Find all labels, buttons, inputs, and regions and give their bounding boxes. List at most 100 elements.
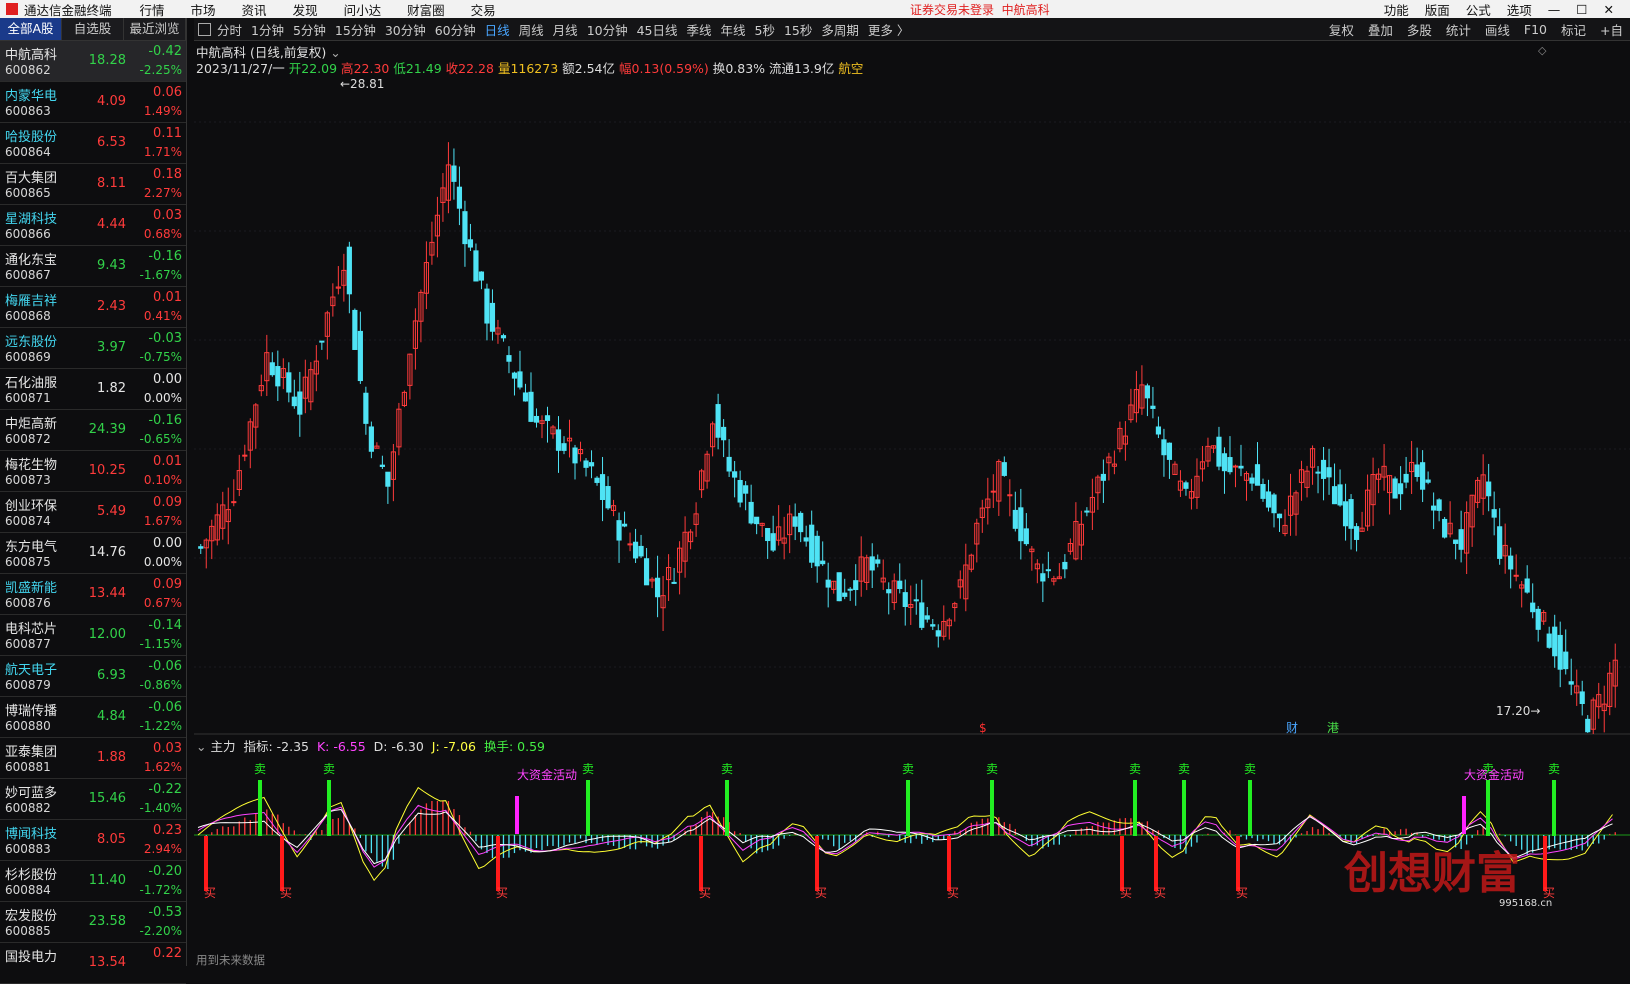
- period-tab[interactable]: 月线: [553, 23, 578, 38]
- period-tab[interactable]: 多周期: [821, 23, 859, 38]
- candle-body: [886, 589, 892, 594]
- candle-body: [357, 330, 363, 382]
- chart-tool-button[interactable]: 统计: [1446, 20, 1471, 39]
- menu-item-discover[interactable]: 发现: [293, 0, 318, 19]
- stock-change-pct: -1.72%: [139, 883, 182, 897]
- stock-row[interactable]: 妙可蓝多 600882 15.46 -0.22 -1.40%: [0, 779, 186, 820]
- period-tab[interactable]: 1分钟: [251, 23, 284, 38]
- stock-price: 9.43: [97, 258, 126, 273]
- sell-signal-bar: [586, 780, 590, 836]
- stock-row[interactable]: 中炬高新 600872 24.39 -0.16 -0.65%: [0, 410, 186, 451]
- stock-row[interactable]: 哈投股份 600864 6.53 0.11 1.71%: [0, 123, 186, 164]
- period-tab[interactable]: 周线: [519, 23, 544, 38]
- stock-name: 东方电气: [5, 540, 58, 555]
- menu-item-ask[interactable]: 问小达: [344, 0, 382, 19]
- candle-body: [297, 391, 303, 415]
- chart-tool-button[interactable]: F10: [1524, 22, 1547, 37]
- candlestick-chart[interactable]: ←28.8117.20→$ 财港◇卖卖卖卖卖卖卖卖卖卖卖买买买买买买买买买买大资金…: [194, 40, 1630, 966]
- stock-row[interactable]: 中航高科 600862 18.28 -0.42 -2.25%: [0, 41, 186, 82]
- candle-body: [533, 415, 540, 423]
- stock-row[interactable]: 星湖科技 600866 4.44 0.03 0.68%: [0, 205, 186, 246]
- period-tab[interactable]: 季线: [687, 23, 712, 38]
- tab-all-a-shares[interactable]: 全部A股: [0, 18, 62, 40]
- candle-body: [1238, 465, 1244, 469]
- candle-body: [1254, 464, 1261, 486]
- stock-row[interactable]: 内蒙华电 600863 4.09 0.06 1.49%: [0, 82, 186, 123]
- menu-item-trade[interactable]: 交易: [471, 0, 496, 19]
- stock-change: 0.00: [153, 372, 182, 387]
- stock-row[interactable]: 宏发股份 600885 23.58 -0.53 -2.20%: [0, 902, 186, 943]
- period-tab[interactable]: 15秒: [784, 23, 812, 38]
- period-tab[interactable]: 5秒: [755, 23, 775, 38]
- menu-options[interactable]: 选项: [1507, 0, 1532, 19]
- period-tab[interactable]: 15分钟: [335, 23, 376, 38]
- panel-toggle-icon[interactable]: [198, 22, 211, 36]
- period-tab[interactable]: 年线: [721, 23, 746, 38]
- stock-row[interactable]: 博闻科技 600883 8.05 0.23 2.94%: [0, 820, 186, 861]
- sell-label: 卖: [1244, 762, 1256, 776]
- stock-row[interactable]: 杉杉股份 600884 11.40 -0.20 -1.72%: [0, 861, 186, 902]
- candle-body: [1568, 681, 1574, 685]
- period-tab[interactable]: 30分钟: [385, 23, 426, 38]
- menu-item-hq[interactable]: 行情: [140, 0, 165, 19]
- stock-row[interactable]: 梅花生物 600873 10.25 0.01 0.10%: [0, 451, 186, 492]
- stock-row[interactable]: 亚泰集团 600881 1.88 0.03 1.62%: [0, 738, 186, 779]
- candle-body: [1216, 436, 1222, 467]
- collapse-icon[interactable]: ⌄: [196, 739, 206, 754]
- chart-tool-button[interactable]: 复权: [1329, 20, 1354, 39]
- candle-body: [919, 602, 925, 628]
- period-tab[interactable]: 日线: [485, 23, 510, 38]
- chart-tool-button[interactable]: 标记: [1561, 20, 1586, 39]
- buy-signal-bar: [947, 836, 951, 891]
- stock-change: 0.09: [153, 495, 182, 510]
- stock-row[interactable]: 创业环保 600874 5.49 0.09 1.67%: [0, 492, 186, 533]
- stock-row[interactable]: 通化东宝 600867 9.43 -0.16 -1.67%: [0, 246, 186, 287]
- menu-formula[interactable]: 公式: [1466, 0, 1491, 19]
- candle-body: [638, 545, 644, 557]
- stock-row[interactable]: 石化油服 600871 1.82 0.00 0.00%: [0, 369, 186, 410]
- period-tab[interactable]: 分时: [217, 23, 242, 38]
- menu-layout[interactable]: 版面: [1425, 0, 1450, 19]
- stock-row[interactable]: 凯盛新能 600876 13.44 0.09 0.67%: [0, 574, 186, 615]
- stock-row[interactable]: 远东股份 600869 3.97 -0.03 -0.75%: [0, 328, 186, 369]
- stock-change: -0.03: [148, 331, 182, 346]
- tab-recent[interactable]: 最近浏览: [124, 18, 186, 40]
- stock-row[interactable]: 博瑞传播 600880 4.84 -0.06 -1.22%: [0, 697, 186, 738]
- menu-function[interactable]: 功能: [1384, 0, 1409, 19]
- stock-row[interactable]: 梅雁吉祥 600868 2.43 0.01 0.41%: [0, 287, 186, 328]
- stock-name: 妙可蓝多: [5, 786, 58, 801]
- candle-body: [346, 246, 352, 295]
- candle-body: [869, 556, 875, 571]
- stock-row[interactable]: 东方电气 600875 14.76 0.00 0.00%: [0, 533, 186, 574]
- chart-tool-button[interactable]: +自: [1600, 20, 1623, 39]
- period-tab[interactable]: 5分钟: [293, 23, 326, 38]
- buy-signal-bar: [699, 836, 703, 891]
- stock-change-pct: 0.67%: [143, 596, 182, 610]
- chart-tool-button[interactable]: 多股: [1407, 20, 1432, 39]
- stock-row[interactable]: 电科芯片 600877 12.00 -0.14 -1.15%: [0, 615, 186, 656]
- chart-tool-button[interactable]: 叠加: [1368, 20, 1393, 39]
- buy-signal-bar: [1154, 836, 1158, 891]
- menu-item-wealth[interactable]: 财富圈: [407, 0, 445, 19]
- period-tab[interactable]: 10分钟: [587, 23, 628, 38]
- period-tab[interactable]: 更多 〉: [868, 23, 909, 38]
- login-notice[interactable]: 证券交易未登录 中航高科: [910, 1, 1050, 18]
- close-icon[interactable]: ✕: [1604, 2, 1614, 17]
- tab-watchlist[interactable]: 自选股: [62, 18, 124, 40]
- stock-row[interactable]: 航天电子 600879 6.93 -0.06 -0.86%: [0, 656, 186, 697]
- stock-row[interactable]: 国投电力 13.54 0.22: [0, 943, 186, 984]
- stock-code: 600872: [5, 432, 51, 446]
- stock-name: 星湖科技: [5, 212, 58, 227]
- menu-item-news[interactable]: 资讯: [242, 0, 267, 19]
- candle-body: [572, 447, 578, 464]
- period-tab[interactable]: 45日线: [637, 23, 678, 38]
- candle-body: [588, 462, 595, 467]
- chart-tool-button[interactable]: 画线: [1485, 20, 1510, 39]
- menu-item-market[interactable]: 市场: [191, 0, 216, 19]
- stock-change-pct: -2.20%: [139, 924, 182, 938]
- period-tab[interactable]: 60分钟: [435, 23, 476, 38]
- minimize-icon[interactable]: —: [1548, 2, 1561, 17]
- stock-row[interactable]: 百大集团 600865 8.11 0.18 2.27%: [0, 164, 186, 205]
- maximize-icon[interactable]: ☐: [1576, 2, 1587, 17]
- stock-change: -0.06: [148, 700, 182, 715]
